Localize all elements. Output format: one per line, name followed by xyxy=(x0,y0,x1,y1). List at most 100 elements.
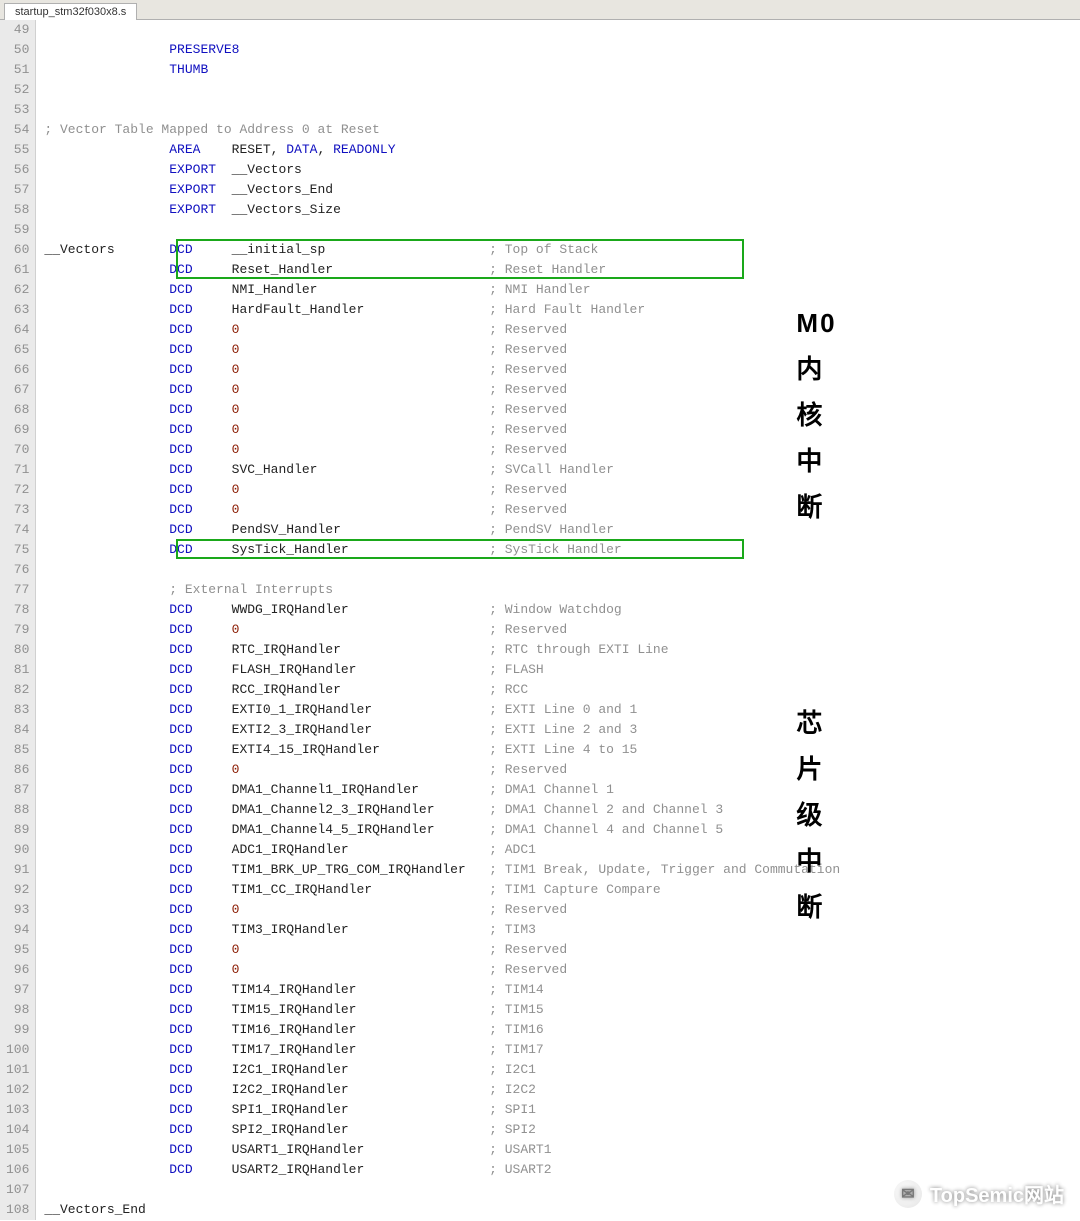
line-number: 72 xyxy=(6,480,29,500)
line-gutter: 4950515253545556575859606162636465666768… xyxy=(0,20,36,1220)
tab-bar: startup_stm32f030x8.s xyxy=(0,0,1080,20)
line-number: 58 xyxy=(6,200,29,220)
line-number: 98 xyxy=(6,1000,29,1020)
line-number: 69 xyxy=(6,420,29,440)
line-number: 89 xyxy=(6,820,29,840)
line-number: 81 xyxy=(6,660,29,680)
code-area[interactable]: PRESERVE8 THUMB; Vector Table Mapped to … xyxy=(36,20,1080,1220)
line-number: 88 xyxy=(6,800,29,820)
code-line: DCD EXTI0_1_IRQHandler ; EXTI Line 0 and… xyxy=(36,700,1080,720)
line-number: 78 xyxy=(6,600,29,620)
code-line: DCD TIM1_BRK_UP_TRG_COM_IRQHandler ; TIM… xyxy=(36,860,1080,880)
code-line: DCD TIM1_CC_IRQHandler ; TIM1 Capture Co… xyxy=(36,880,1080,900)
code-line xyxy=(36,20,1080,40)
code-line: ; Vector Table Mapped to Address 0 at Re… xyxy=(36,120,1080,140)
line-number: 97 xyxy=(6,980,29,1000)
watermark: ✉ TopSemic网站 xyxy=(894,1179,1064,1208)
line-number: 82 xyxy=(6,680,29,700)
line-number: 66 xyxy=(6,360,29,380)
code-line: DCD TIM16_IRQHandler ; TIM16 xyxy=(36,1020,1080,1040)
line-number: 61 xyxy=(6,260,29,280)
line-number: 90 xyxy=(6,840,29,860)
line-number: 63 xyxy=(6,300,29,320)
code-line: DCD RTC_IRQHandler ; RTC through EXTI Li… xyxy=(36,640,1080,660)
line-number: 99 xyxy=(6,1020,29,1040)
line-number: 100 xyxy=(6,1040,29,1060)
line-number: 105 xyxy=(6,1140,29,1160)
line-number: 70 xyxy=(6,440,29,460)
wechat-icon: ✉ xyxy=(894,1180,922,1208)
line-number: 106 xyxy=(6,1160,29,1180)
code-line: PRESERVE8 xyxy=(36,40,1080,60)
code-line: DCD 0 ; Reserved xyxy=(36,400,1080,420)
line-number: 80 xyxy=(6,640,29,660)
line-number: 65 xyxy=(6,340,29,360)
code-line xyxy=(36,80,1080,100)
line-number: 49 xyxy=(6,20,29,40)
line-number: 83 xyxy=(6,700,29,720)
code-line: DCD DMA1_Channel2_3_IRQHandler ; DMA1 Ch… xyxy=(36,800,1080,820)
code-line: DCD 0 ; Reserved xyxy=(36,500,1080,520)
code-line: DCD Reset_Handler ; Reset Handler xyxy=(36,260,1080,280)
line-number: 107 xyxy=(6,1180,29,1200)
code-line: __Vectors DCD __initial_sp ; Top of Stac… xyxy=(36,240,1080,260)
code-line: DCD EXTI4_15_IRQHandler ; EXTI Line 4 to… xyxy=(36,740,1080,760)
code-line: DCD 0 ; Reserved xyxy=(36,360,1080,380)
code-line: DCD TIM3_IRQHandler ; TIM3 xyxy=(36,920,1080,940)
line-number: 91 xyxy=(6,860,29,880)
line-number: 96 xyxy=(6,960,29,980)
code-line: DCD PendSV_Handler ; PendSV Handler xyxy=(36,520,1080,540)
code-line: EXPORT __Vectors_End xyxy=(36,180,1080,200)
code-line: DCD TIM15_IRQHandler ; TIM15 xyxy=(36,1000,1080,1020)
line-number: 74 xyxy=(6,520,29,540)
line-number: 101 xyxy=(6,1060,29,1080)
code-line xyxy=(36,220,1080,240)
code-line: DCD 0 ; Reserved xyxy=(36,480,1080,500)
line-number: 68 xyxy=(6,400,29,420)
line-number: 67 xyxy=(6,380,29,400)
file-tab[interactable]: startup_stm32f030x8.s xyxy=(4,3,137,20)
code-line: DCD ADC1_IRQHandler ; ADC1 xyxy=(36,840,1080,860)
code-line: DCD 0 ; Reserved xyxy=(36,900,1080,920)
line-number: 94 xyxy=(6,920,29,940)
code-line: DCD DMA1_Channel1_IRQHandler ; DMA1 Chan… xyxy=(36,780,1080,800)
code-line: EXPORT __Vectors_Size xyxy=(36,200,1080,220)
code-line: DCD 0 ; Reserved xyxy=(36,340,1080,360)
line-number: 104 xyxy=(6,1120,29,1140)
code-line: DCD 0 ; Reserved xyxy=(36,440,1080,460)
line-number: 52 xyxy=(6,80,29,100)
code-line: DCD SVC_Handler ; SVCall Handler xyxy=(36,460,1080,480)
line-number: 86 xyxy=(6,760,29,780)
code-line: DCD RCC_IRQHandler ; RCC xyxy=(36,680,1080,700)
code-line: DCD FLASH_IRQHandler ; FLASH xyxy=(36,660,1080,680)
code-line: DCD NMI_Handler ; NMI Handler xyxy=(36,280,1080,300)
code-line: DCD EXTI2_3_IRQHandler ; EXTI Line 2 and… xyxy=(36,720,1080,740)
code-line: DCD I2C2_IRQHandler ; I2C2 xyxy=(36,1080,1080,1100)
code-line: EXPORT __Vectors xyxy=(36,160,1080,180)
line-number: 60 xyxy=(6,240,29,260)
line-number: 84 xyxy=(6,720,29,740)
code-line: DCD TIM14_IRQHandler ; TIM14 xyxy=(36,980,1080,1000)
line-number: 73 xyxy=(6,500,29,520)
watermark-text: TopSemic网站 xyxy=(930,1179,1064,1208)
line-number: 54 xyxy=(6,120,29,140)
code-line: DCD SPI2_IRQHandler ; SPI2 xyxy=(36,1120,1080,1140)
code-line xyxy=(36,100,1080,120)
code-line: DCD I2C1_IRQHandler ; I2C1 xyxy=(36,1060,1080,1080)
annotation-label: M0 内 核 中 断 xyxy=(796,300,836,530)
line-number: 75 xyxy=(6,540,29,560)
code-line: DCD WWDG_IRQHandler ; Window Watchdog xyxy=(36,600,1080,620)
code-line: DCD DMA1_Channel4_5_IRQHandler ; DMA1 Ch… xyxy=(36,820,1080,840)
line-number: 50 xyxy=(6,40,29,60)
code-line: DCD 0 ; Reserved xyxy=(36,420,1080,440)
line-number: 56 xyxy=(6,160,29,180)
line-number: 57 xyxy=(6,180,29,200)
line-number: 64 xyxy=(6,320,29,340)
line-number: 93 xyxy=(6,900,29,920)
annotation-label: 芯 片 级 中 断 xyxy=(796,700,824,930)
code-editor[interactable]: 4950515253545556575859606162636465666768… xyxy=(0,20,1080,1220)
line-number: 62 xyxy=(6,280,29,300)
line-number: 77 xyxy=(6,580,29,600)
code-line: ; External Interrupts xyxy=(36,580,1080,600)
code-line: DCD HardFault_Handler ; Hard Fault Handl… xyxy=(36,300,1080,320)
